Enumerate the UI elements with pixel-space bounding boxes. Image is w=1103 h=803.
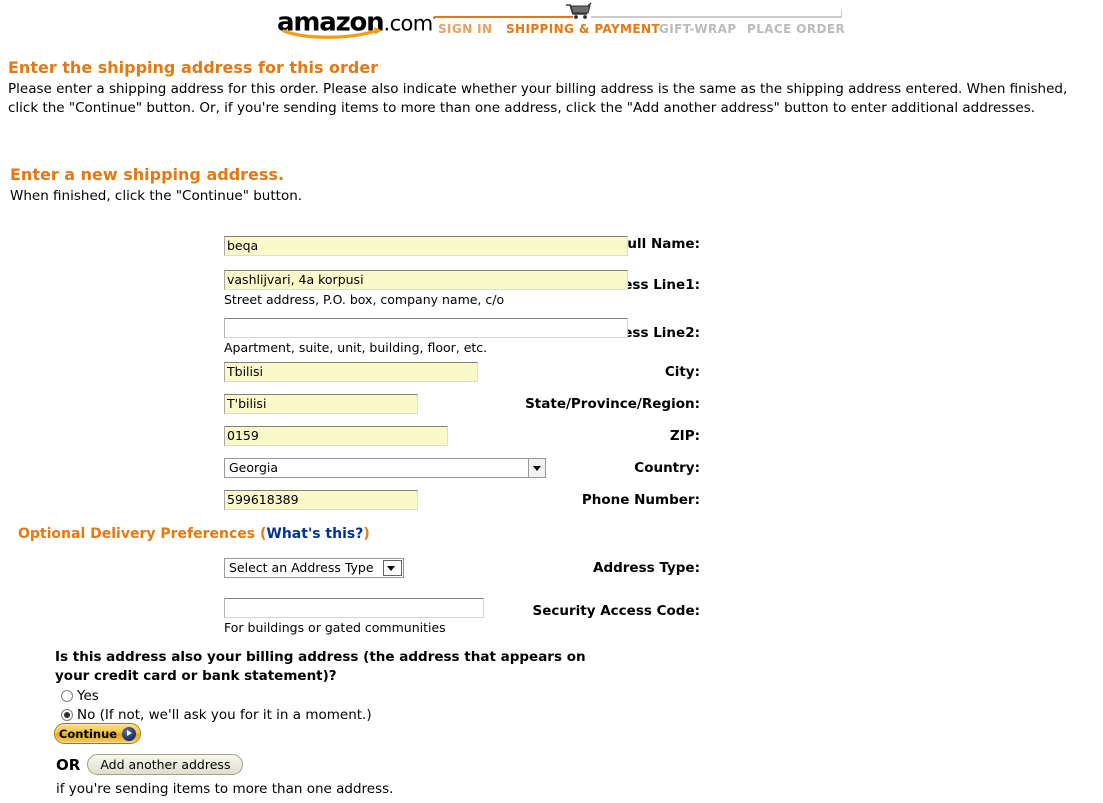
chevron-down-icon[interactable] [528, 459, 545, 477]
billing-address-question-block: Is this address also your billing addres… [55, 648, 675, 724]
whats-this-link[interactable]: What's this? [266, 526, 363, 542]
address-type-select[interactable]: Select an Address Type [224, 558, 404, 578]
hint-address-line2: Apartment, suite, unit, building, floor,… [224, 340, 488, 355]
progress-step-shipping-payment[interactable]: SHIPPING & PAYMENT [506, 22, 660, 36]
radio-no-label: No (If not, we'll ask you for it in a mo… [77, 707, 372, 723]
form-row-security-access-code: Security Access Code: For buildings or g… [0, 590, 700, 635]
form-row-phone-number: Phone Number: [0, 490, 700, 522]
continue-button-label: Continue [58, 726, 118, 741]
phone-number-input[interactable] [224, 490, 418, 510]
form-row-address-line1: Address Line1: Street address, P.O. box,… [0, 266, 700, 314]
progress-step-sign-in[interactable]: SIGN IN [438, 22, 493, 36]
add-address-row: OR Add another address [56, 754, 244, 775]
page-header: amazon.com· SIGN IN SHIPPING & PAYMENT G… [0, 0, 1103, 42]
checkout-progress-bar: SIGN IN SHIPPING & PAYMENT GIFT-WRAP PLA… [434, 0, 846, 40]
optional-preferences-form: Address Type: Select an Address Type Sec… [0, 558, 700, 635]
address-line2-input[interactable] [224, 318, 628, 338]
progress-step-gift-wrap: GIFT-WRAP [659, 22, 737, 36]
city-input[interactable] [224, 362, 478, 382]
radio-yes-label: Yes [77, 688, 99, 704]
label-city: City: [664, 364, 700, 380]
label-zip: ZIP: [669, 428, 700, 444]
optional-delivery-preferences-heading: Optional Delivery Preferences (What's th… [18, 526, 370, 542]
country-select[interactable]: Georgia [224, 458, 546, 478]
radio-no-icon[interactable] [61, 709, 73, 721]
zip-input[interactable] [224, 426, 448, 446]
amazon-logo[interactable]: amazon.com· [277, 6, 436, 39]
label-state-province-region: State/Province/Region: [525, 396, 700, 412]
full-name-input[interactable] [224, 236, 628, 256]
progress-step-labels: SIGN IN SHIPPING & PAYMENT GIFT-WRAP PLA… [434, 22, 846, 38]
shopping-cart-icon [564, 2, 594, 20]
form-row-address-line2: Address Line2: Apartment, suite, unit, b… [0, 314, 700, 362]
progress-step-place-order: PLACE ORDER [747, 22, 846, 36]
progress-line-remaining [591, 16, 842, 18]
hint-address-line1: Street address, P.O. box, company name, … [224, 292, 505, 307]
arrow-right-circle-icon [122, 726, 137, 741]
continue-button[interactable]: Continue [54, 723, 141, 744]
address-type-select-value: Select an Address Type [229, 560, 374, 575]
billing-option-yes[interactable]: Yes [61, 687, 675, 705]
new-address-section-header: Enter a new shipping address. When finis… [10, 165, 710, 205]
form-row-full-name: Full Name: [0, 236, 700, 266]
add-another-address-button[interactable]: Add another address [87, 754, 244, 775]
or-label: OR [56, 755, 81, 774]
radio-yes-icon[interactable] [61, 690, 73, 702]
progress-line-completed [434, 16, 573, 18]
optional-prefs-close-paren: ) [363, 526, 370, 542]
label-security-access-code: Security Access Code: [532, 603, 700, 619]
form-row-country: Country: Georgia [0, 458, 700, 490]
country-select-value: Georgia [229, 460, 279, 475]
page-title: Enter the shipping address for this orde… [8, 58, 379, 77]
billing-question-line2: your credit card or bank statement)? [55, 668, 337, 684]
new-address-heading: Enter a new shipping address. [10, 165, 285, 184]
label-phone-number: Phone Number: [581, 492, 700, 508]
form-row-state-province-region: State/Province/Region: [0, 394, 700, 426]
add-address-tail-text: if you're sending items to more than one… [56, 781, 394, 797]
billing-question-line1: Is this address also your billing addres… [55, 649, 586, 665]
progress-end-tick [841, 10, 842, 18]
shipping-address-form: Full Name: Address Line1: Street address… [0, 236, 700, 522]
amazon-swoosh-icon [282, 26, 392, 40]
billing-option-no[interactable]: No (If not, we'll ask you for it in a mo… [61, 706, 675, 724]
intro-paragraph: Please enter a shipping address for this… [8, 81, 1068, 116]
security-access-code-input[interactable] [224, 598, 484, 618]
chevron-down-icon[interactable] [383, 560, 402, 576]
label-address-type: Address Type: [593, 560, 700, 576]
form-row-zip: ZIP: [0, 426, 700, 458]
new-address-subtext: When finished, click the "Continue" butt… [10, 188, 303, 204]
hint-security-access-code: For buildings or gated communities [224, 620, 446, 635]
form-row-city: City: [0, 362, 700, 394]
intro-section: Enter the shipping address for this orde… [8, 58, 1098, 117]
state-province-region-input[interactable] [224, 394, 418, 414]
optional-prefs-title: Optional Delivery Preferences [18, 526, 256, 542]
address-line1-input[interactable] [224, 270, 628, 290]
form-row-address-type: Address Type: Select an Address Type [0, 558, 700, 590]
